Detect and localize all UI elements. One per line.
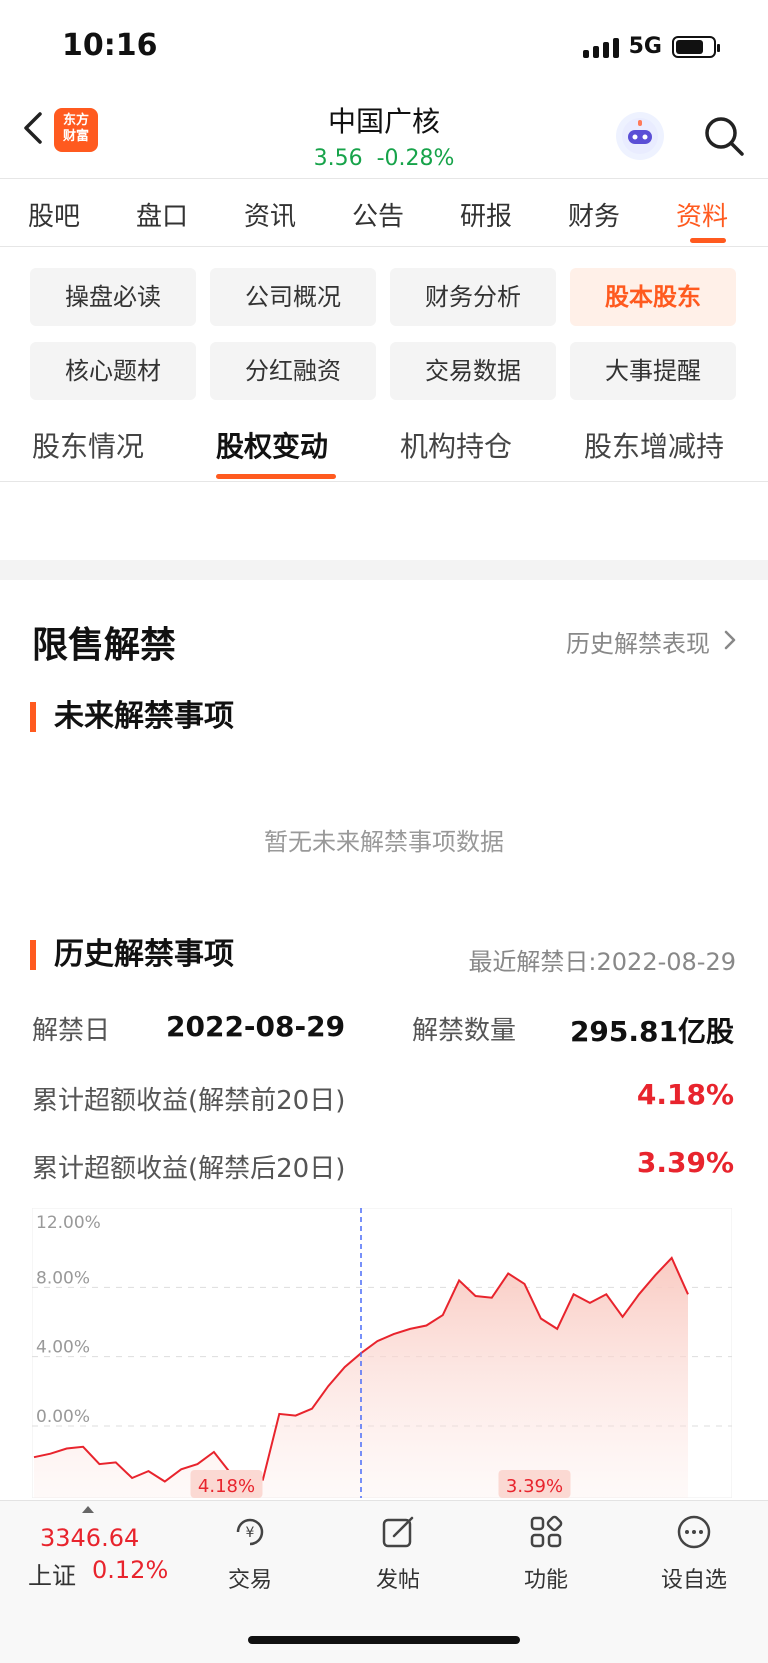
tab-pankou[interactable]: 盘口 <box>108 196 216 233</box>
more-icon <box>677 1515 711 1549</box>
before-return-badge: 4.18% <box>190 1470 263 1498</box>
excess-return-chart: 12.00% 8.00% 4.00% 0.00% 4.18% 3.39% <box>31 1207 733 1499</box>
edit-icon <box>382 1516 414 1548</box>
nav-watchlist[interactable]: 设自选 <box>634 1512 754 1594</box>
y-tick-label: 8.00% <box>36 1268 90 1288</box>
subtab-financial-analysis[interactable]: 财务分析 <box>390 268 556 326</box>
tab-research[interactable]: 研报 <box>432 196 540 233</box>
status-icons: 5G <box>582 34 720 59</box>
assistant-avatar-icon[interactable] <box>616 112 664 160</box>
tabs-divider <box>0 246 768 247</box>
future-unlock-title: 未来解禁事项 <box>30 702 234 732</box>
top-tabs: 股吧 盘口 资讯 公告 研报 财务 资料 <box>0 196 768 233</box>
status-time: 10:16 <box>62 28 158 63</box>
caret-up-icon[interactable] <box>82 1506 94 1513</box>
stock-change: -0.28% <box>376 146 455 171</box>
signal-icon <box>582 36 619 58</box>
section-tab-institutional-holdings[interactable]: 机构持仓 <box>400 425 512 465</box>
index-value[interactable]: 3346.64 <box>40 1524 139 1552</box>
nav-watchlist-label: 设自选 <box>660 1568 727 1593</box>
y-tick-label: 0.00% <box>36 1407 90 1427</box>
svg-text:¥: ¥ <box>246 1525 255 1541</box>
unlock-date-label: 解禁日 <box>32 1016 111 1046</box>
chart-svg: 12.00% 8.00% 4.00% 0.00% 4.18% 3.39% <box>31 1207 733 1499</box>
subtab-capital-shareholders[interactable]: 股本股东 <box>570 268 736 326</box>
nav-functions[interactable]: 功能 <box>486 1512 606 1594</box>
unlock-qty-label: 解禁数量 <box>412 1016 517 1046</box>
recent-unlock-date: 最近解禁日:2022-08-29 <box>468 948 736 976</box>
nav-functions-label: 功能 <box>523 1568 568 1593</box>
tab-active-indicator <box>690 238 726 243</box>
section-heading: 限售解禁 <box>32 625 177 666</box>
subtab-core-themes[interactable]: 核心题材 <box>30 342 196 400</box>
tab-profile[interactable]: 资料 <box>648 196 756 233</box>
subtab-trading-guide[interactable]: 操盘必读 <box>30 268 196 326</box>
section-tab-equity-changes[interactable]: 股权变动 <box>216 425 328 465</box>
svg-text:3.39%: 3.39% <box>506 1476 563 1497</box>
chart-y-ticks: 12.00% 8.00% 4.00% 0.00% <box>36 1213 101 1427</box>
tab-news[interactable]: 资讯 <box>216 196 324 233</box>
search-icon[interactable] <box>700 112 748 160</box>
home-indicator <box>248 1636 520 1644</box>
battery-icon <box>672 35 720 58</box>
nav-trade[interactable]: ¥ 交易 <box>190 1512 310 1594</box>
trade-icon: ¥ <box>236 1518 264 1546</box>
empty-state-text: 暂无未来解禁事项数据 <box>264 828 504 856</box>
subtab-company-overview[interactable]: 公司概况 <box>210 268 376 326</box>
unlock-qty-value: 295.81亿股 <box>569 1015 734 1048</box>
subtab-event-reminders[interactable]: 大事提醒 <box>570 342 736 400</box>
stock-price: 3.56 <box>313 146 363 171</box>
nav-trade-label: 交易 <box>227 1568 272 1593</box>
y-tick-label: 12.00% <box>36 1213 101 1233</box>
before-excess-return-value: 4.18% <box>636 1078 734 1111</box>
after-excess-return-label: 累计超额收益(解禁后20日) <box>32 1154 346 1184</box>
tab-guba[interactable]: 股吧 <box>0 196 108 233</box>
y-tick-label: 4.00% <box>36 1338 90 1358</box>
after-excess-return-value: 3.39% <box>636 1146 734 1179</box>
chevron-right-icon[interactable] <box>722 628 738 652</box>
history-performance-link[interactable]: 历史解禁表现 <box>566 624 710 659</box>
subtab-trading-data[interactable]: 交易数据 <box>390 342 556 400</box>
index-name[interactable]: 上证 <box>28 1556 76 1591</box>
nav-post[interactable]: 发帖 <box>338 1512 458 1594</box>
network-type: 5G <box>628 34 662 59</box>
before-excess-return-label: 累计超额收益(解禁前20日) <box>32 1086 346 1116</box>
section-divider <box>0 481 768 482</box>
subtab-dividends-financing[interactable]: 分红融资 <box>210 342 376 400</box>
header-divider <box>0 178 768 179</box>
unlock-date-value: 2022-08-29 <box>166 1010 346 1043</box>
tab-announcements[interactable]: 公告 <box>324 196 432 233</box>
after-return-badge: 3.39% <box>498 1470 571 1498</box>
section-separator <box>0 560 768 580</box>
section-tab-holder-changes[interactable]: 股东增减持 <box>584 425 724 465</box>
grid-icon <box>530 1515 563 1548</box>
section-tab-indicator <box>216 474 336 479</box>
tab-finance[interactable]: 财务 <box>540 196 648 233</box>
index-change[interactable]: 0.12% <box>92 1556 168 1584</box>
section-tab-shareholders[interactable]: 股东情况 <box>32 425 144 465</box>
history-unlock-title: 历史解禁事项 <box>30 940 234 970</box>
svg-text:4.18%: 4.18% <box>198 1476 255 1497</box>
nav-post-label: 发帖 <box>375 1568 420 1593</box>
